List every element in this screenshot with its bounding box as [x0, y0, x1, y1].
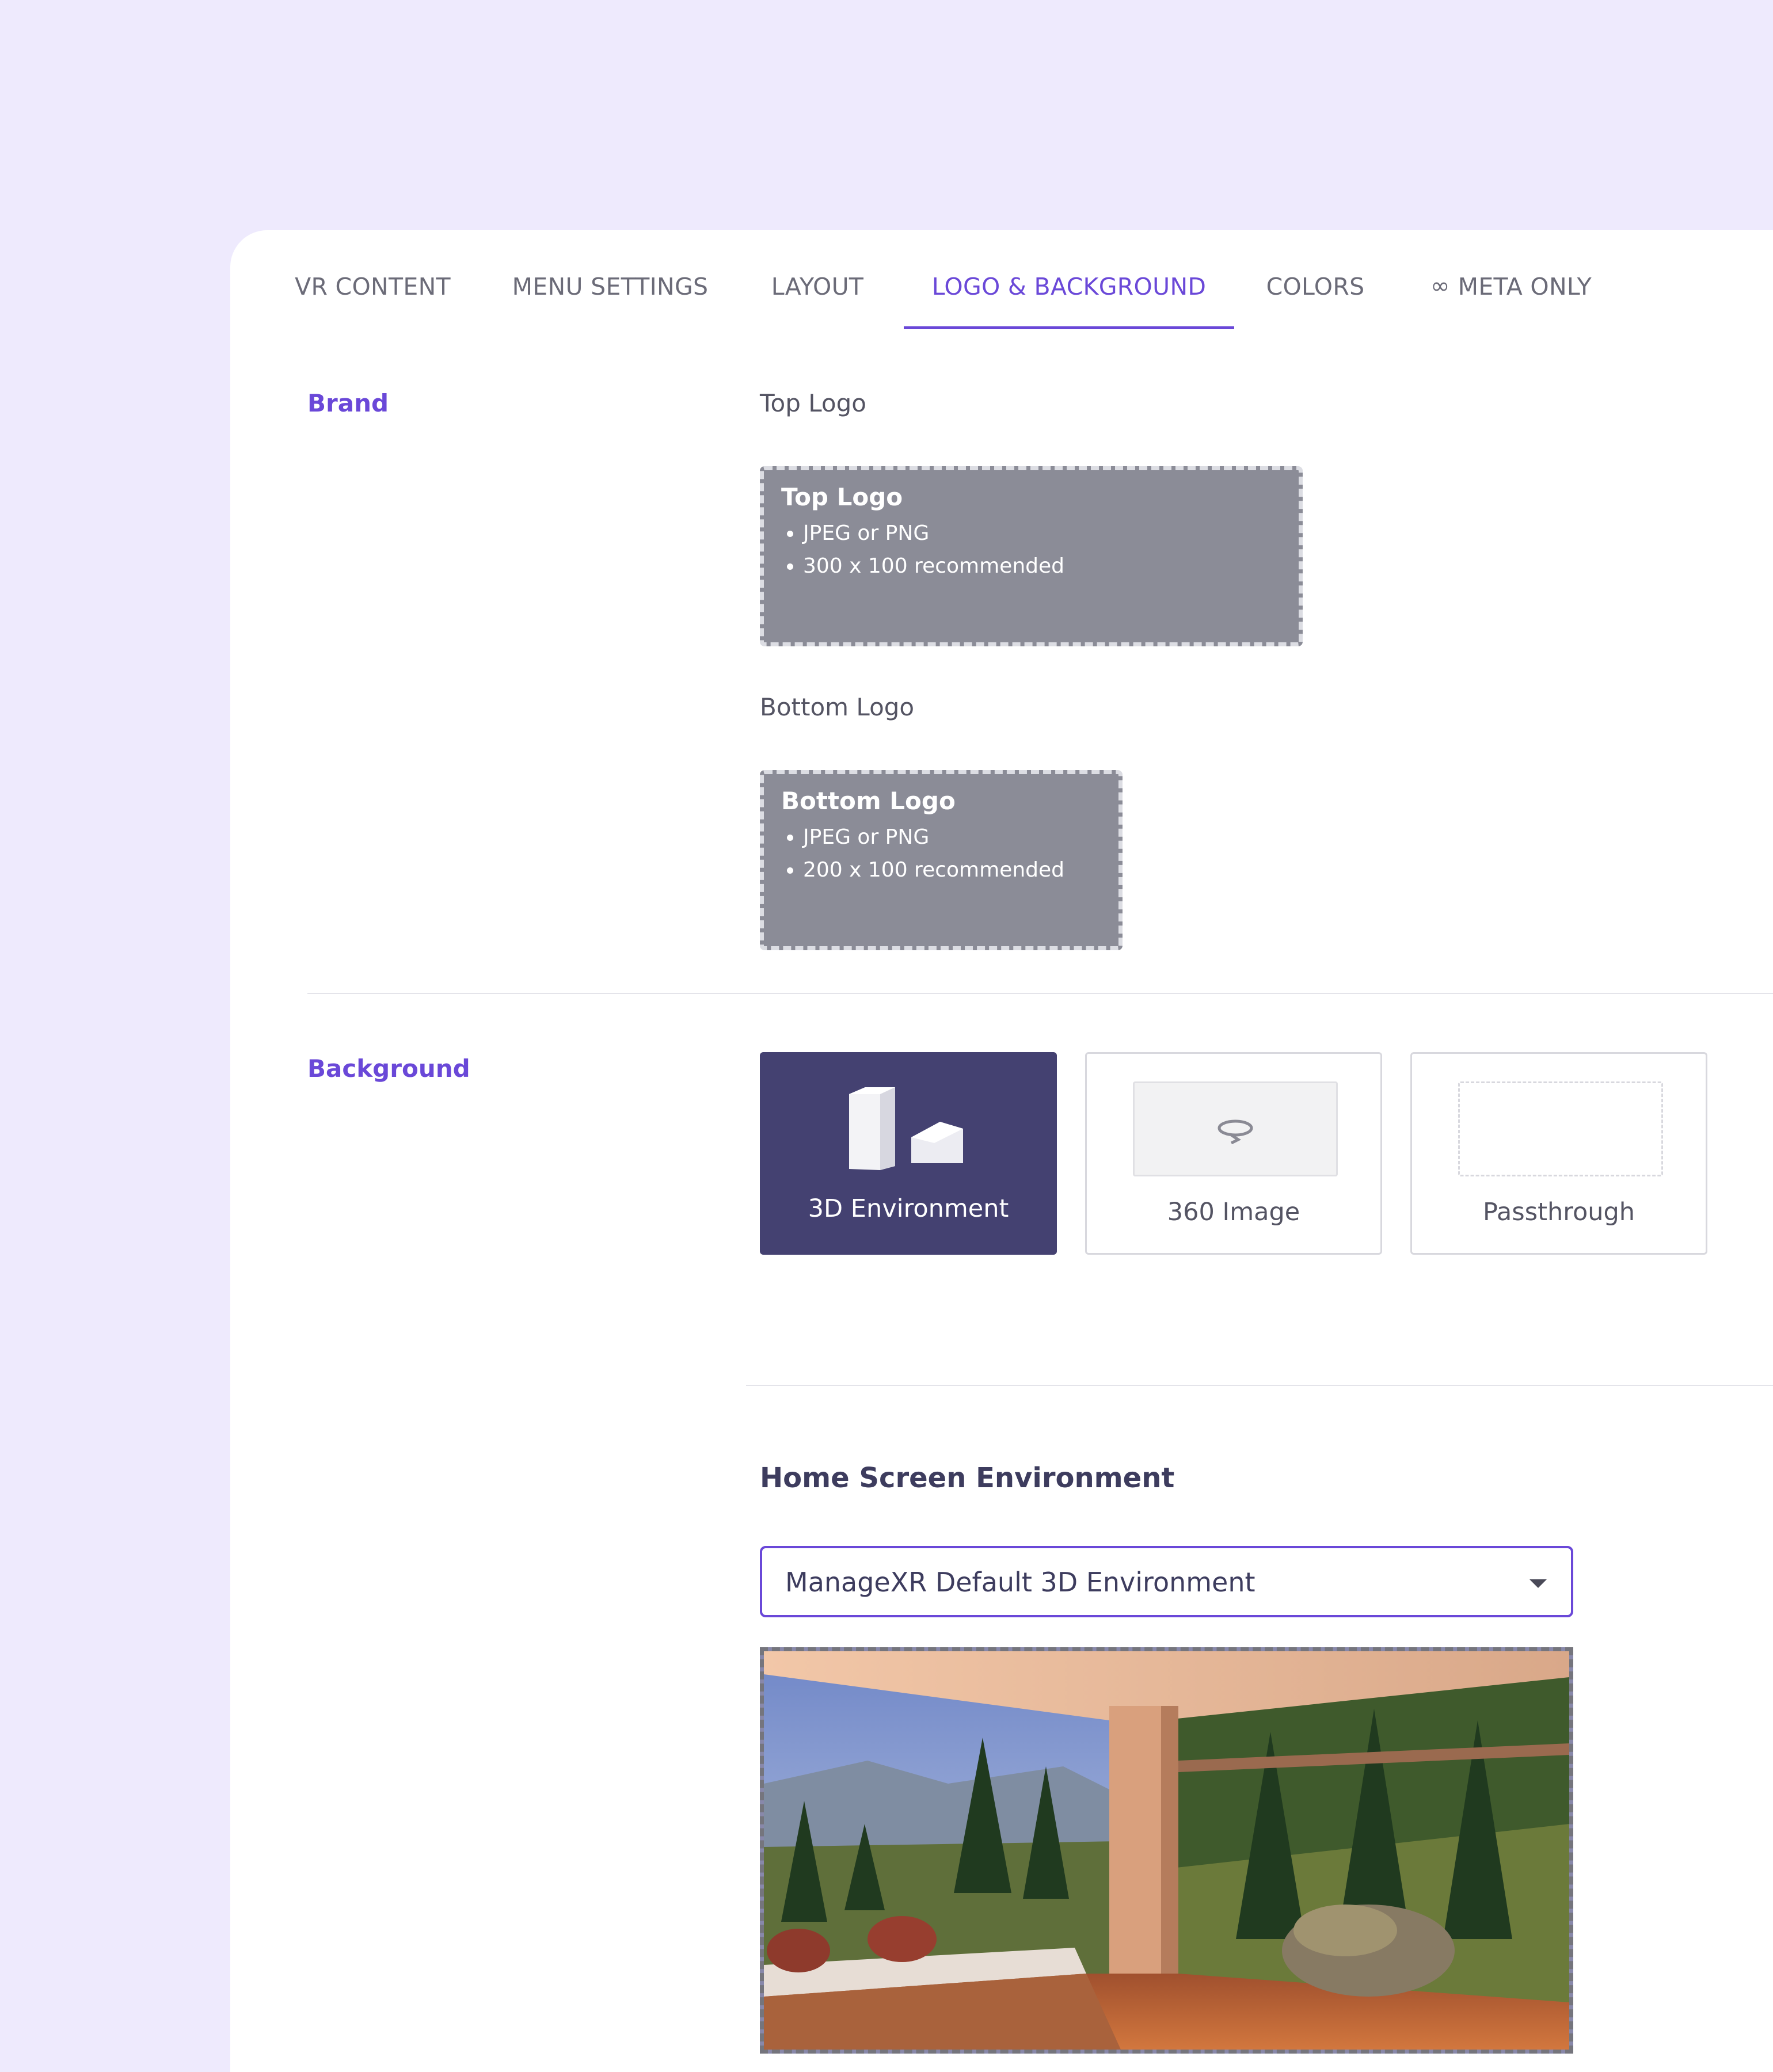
section-divider: [307, 993, 1773, 994]
section-label-brand: Brand: [307, 389, 389, 417]
tab-label: COLORS: [1266, 273, 1365, 300]
tab-logo-background[interactable]: LOGO & BACKGROUND: [904, 273, 1234, 329]
tab-label: LAYOUT: [771, 273, 864, 300]
tab-label: LOGO & BACKGROUND: [931, 273, 1207, 300]
environment-preview-illustration: [764, 1651, 1569, 2050]
passthrough-thumbnail: [1458, 1081, 1663, 1176]
dropdown-caret-icon: [1530, 1579, 1547, 1588]
tab-label: META ONLY: [1458, 273, 1592, 300]
dropzone-title: Top Logo: [781, 483, 903, 511]
dropzone-title: Bottom Logo: [781, 787, 956, 815]
tab-bar: VR CONTENT MENU SETTINGS LAYOUT LOGO & B…: [230, 230, 1773, 329]
background-option-label: 360 Image: [1167, 1198, 1300, 1227]
tab-meta-only[interactable]: ∞ META ONLY: [1422, 273, 1600, 329]
section-label-background: Background: [307, 1054, 470, 1083]
background-option-360-image[interactable]: 360 Image: [1085, 1052, 1382, 1255]
settings-panel: VR CONTENT MENU SETTINGS LAYOUT LOGO & B…: [230, 230, 1773, 2072]
home-screen-environment-select[interactable]: ManageXR Default 3D Environment: [760, 1546, 1573, 1617]
tab-label: VR CONTENT: [295, 273, 451, 300]
background-option-label: Passthrough: [1482, 1198, 1635, 1227]
requirement-item: JPEG or PNG: [803, 821, 1118, 854]
meta-infinity-icon: ∞: [1430, 273, 1450, 299]
requirement-item: 200 x 100 recommended: [803, 854, 1118, 886]
tab-vr-content[interactable]: VR CONTENT: [294, 273, 452, 329]
tab-layout[interactable]: LAYOUT: [768, 273, 866, 329]
subsection-divider: [746, 1385, 1773, 1386]
bottom-logo-label: Bottom Logo: [760, 693, 915, 721]
top-logo-label: Top Logo: [760, 389, 866, 417]
select-value: ManageXR Default 3D Environment: [785, 1567, 1255, 1598]
requirement-item: JPEG or PNG: [803, 517, 1299, 550]
home-screen-environment-heading: Home Screen Environment: [760, 1462, 1175, 1494]
top-logo-dropzone[interactable]: Top Logo JPEG or PNG 300 x 100 recommend…: [760, 466, 1303, 646]
background-option-passthrough[interactable]: Passthrough: [1410, 1052, 1707, 1255]
bottom-logo-dropzone[interactable]: Bottom Logo JPEG or PNG 200 x 100 recomm…: [760, 770, 1123, 950]
3d-shapes-icon: [849, 1087, 963, 1170]
requirement-item: 300 x 100 recommended: [803, 550, 1299, 582]
tab-label: MENU SETTINGS: [512, 273, 709, 300]
tab-colors[interactable]: COLORS: [1264, 273, 1367, 329]
background-option-3d-environment[interactable]: 3D Environment: [760, 1052, 1057, 1255]
tab-menu-settings[interactable]: MENU SETTINGS: [509, 273, 711, 329]
environment-preview-image: [760, 1647, 1573, 2054]
360-image-thumbnail: [1133, 1081, 1338, 1176]
dropzone-requirements: JPEG or PNG 300 x 100 recommended: [781, 517, 1299, 582]
background-option-label: 3D Environment: [808, 1194, 1009, 1223]
360-rotate-icon: [1217, 1119, 1253, 1144]
dropzone-requirements: JPEG or PNG 200 x 100 recommended: [781, 821, 1118, 886]
